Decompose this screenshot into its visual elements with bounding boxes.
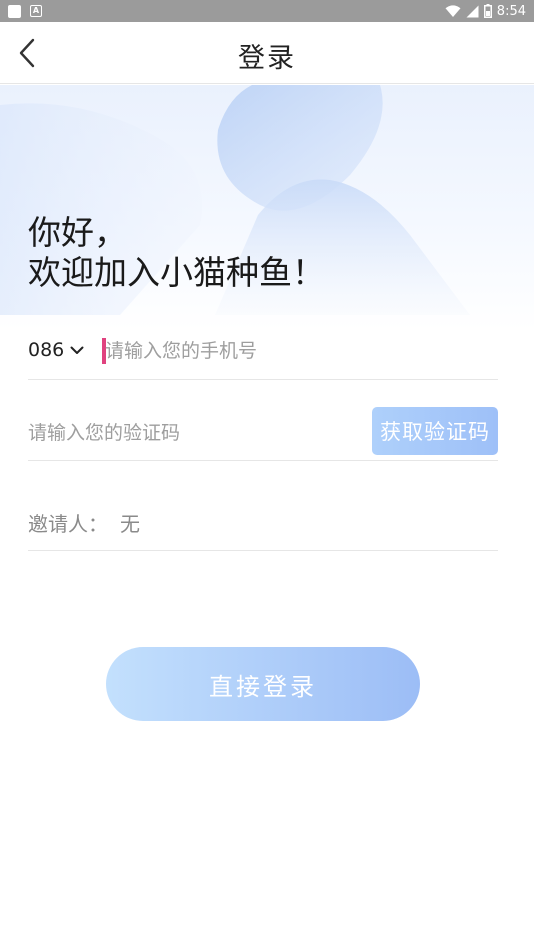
inviter-label: 邀请人： [28,512,108,536]
chevron-down-icon [70,346,84,354]
status-left-icons: A [8,4,42,18]
hero-banner: 你好， 欢迎加入小猫种鱼！ [0,85,534,330]
country-code: 086 [28,339,65,361]
status-right-icons: 8:54 [445,4,526,19]
signal-icon [466,5,479,17]
wifi-icon [445,4,461,17]
greeting-line-1: 你好， [28,213,127,252]
greeting-line-2: 欢迎加入小猫种鱼！ [28,253,325,292]
battery-icon [483,4,492,18]
verification-row: 获取验证码 [28,404,498,461]
status-time: 8:54 [496,3,526,19]
app-a-icon: A [30,5,42,17]
verification-code-input[interactable] [28,416,358,450]
nav-bar: 登录 [0,22,534,84]
page-title: 登录 [238,43,296,74]
inviter-row: 邀请人： 无 [28,494,498,551]
inviter-value: 无 [120,512,140,536]
phone-row: 086 [28,326,498,380]
notification-square-icon [8,4,21,18]
greeting: 你好， 欢迎加入小猫种鱼！ [28,213,325,293]
phone-input[interactable] [105,334,485,368]
status-bar: A 8:54 [0,0,534,22]
decorative-background-shapes [0,85,470,315]
login-button[interactable]: 直接登录 [106,647,420,721]
country-code-selector[interactable]: 086 [28,339,84,361]
get-code-button[interactable]: 获取验证码 [372,407,498,455]
